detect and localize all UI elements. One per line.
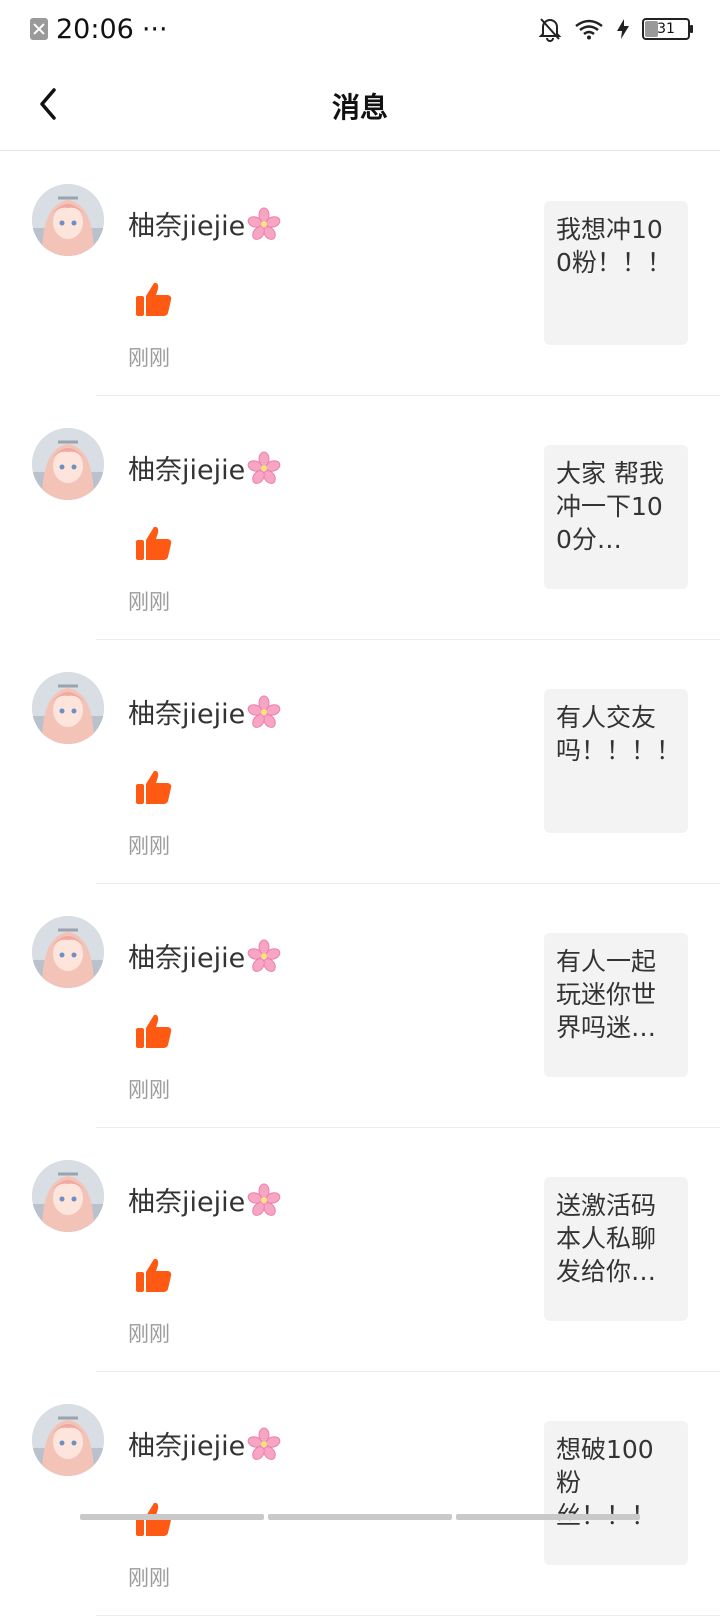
username-text: 柚奈jiejie [128,455,246,486]
wifi-icon [575,19,603,40]
thumbs-up-icon [136,526,172,560]
post-preview[interactable]: 有人交友吗！！！！！ [544,689,688,833]
post-preview[interactable]: 想破100粉丝！！！ [544,1421,688,1565]
username-text: 柚奈jiejie [128,1431,246,1462]
status-more: ··· [141,13,168,45]
message-item[interactable]: 柚奈jiejie 刚刚 送激活码本人私聊发给你激活码 [0,1128,720,1372]
username[interactable]: 柚奈jiejie [128,448,281,487]
message-item[interactable]: 柚奈jiejie 刚刚 大家 帮我冲一下100分丝！！！ [0,396,720,640]
status-time: 20:06 [56,13,134,45]
post-preview-text: 送激活码本人私聊发给你激活码 [556,1191,657,1286]
scroll-indicator-segment [80,1514,264,1520]
thumbs-up-icon [136,1502,172,1536]
thumbs-up-icon [136,1258,172,1292]
page-title: 消息 [331,91,388,124]
app-notification-icon [30,18,48,40]
message-item[interactable]: 柚奈jiejie 刚刚 想破100粉丝！！！ [0,1372,720,1616]
status-bar: 20:06 ··· 31 [0,0,720,58]
cherry-blossom-icon [247,695,281,728]
username[interactable]: 柚奈jiejie [128,204,281,243]
battery-level: 31 [657,21,675,37]
time-label: 刚刚 [128,1322,170,1346]
cherry-blossom-icon [247,1183,281,1216]
message-item[interactable]: 柚奈jiejie 刚刚 有人交友吗！！！！！ [0,640,720,884]
username[interactable]: 柚奈jiejie [128,1180,281,1219]
post-preview[interactable]: 送激活码本人私聊发给你激活码 [544,1177,688,1321]
post-preview-text: 有人一起玩迷你世界吗迷你世界 [556,947,657,1042]
post-preview-text: 大家 帮我冲一下100分丝！！！ [556,459,664,554]
username[interactable]: 柚奈jiejie [128,936,281,975]
post-preview-text: 有人交友吗！！！！！ [556,703,678,765]
scroll-indicator-segment [456,1514,640,1520]
avatar[interactable] [32,428,104,500]
status-right: 31 [538,16,693,42]
post-preview-text: 我想冲100粉！！！ [556,215,672,277]
nav-bar: 消息 [0,58,720,151]
username-text: 柚奈jiejie [128,943,246,974]
message-list: 柚奈jiejie 刚刚 我想冲100粉！！！ 柚奈jiejie 刚刚 大家 帮我… [0,152,720,1616]
mute-bell-icon [538,18,562,42]
post-preview[interactable]: 大家 帮我冲一下100分丝！！！ [544,445,688,589]
message-item[interactable]: 柚奈jiejie 刚刚 我想冲100粉！！！ [0,152,720,396]
username-text: 柚奈jiejie [128,1187,246,1218]
avatar[interactable] [32,672,104,744]
time-label: 刚刚 [128,346,170,370]
cherry-blossom-icon [247,939,281,972]
status-left: 20:06 ··· [30,14,168,45]
cherry-blossom-icon [247,207,281,240]
avatar[interactable] [32,916,104,988]
scroll-indicator [80,1514,640,1520]
cherry-blossom-icon [247,1427,281,1460]
avatar[interactable] [32,1160,104,1232]
time-label: 刚刚 [128,590,170,614]
thumbs-up-icon [136,770,172,804]
message-item[interactable]: 柚奈jiejie 刚刚 有人一起玩迷你世界吗迷你世界 [0,884,720,1128]
avatar[interactable] [32,1404,104,1476]
scroll-indicator-segment [268,1514,452,1520]
time-label: 刚刚 [128,1078,170,1102]
username-text: 柚奈jiejie [128,211,246,242]
post-preview[interactable]: 有人一起玩迷你世界吗迷你世界 [544,933,688,1077]
cherry-blossom-icon [247,451,281,484]
avatar[interactable] [32,184,104,256]
thumbs-up-icon [136,1014,172,1048]
time-label: 刚刚 [128,1566,170,1590]
time-label: 刚刚 [128,834,170,858]
battery-icon: 31 [642,18,693,40]
username-text: 柚奈jiejie [128,699,246,730]
thumbs-up-icon [136,282,172,316]
username[interactable]: 柚奈jiejie [128,1424,281,1463]
username[interactable]: 柚奈jiejie [128,692,281,731]
charging-icon [617,19,629,39]
post-preview[interactable]: 我想冲100粉！！！ [544,201,688,345]
